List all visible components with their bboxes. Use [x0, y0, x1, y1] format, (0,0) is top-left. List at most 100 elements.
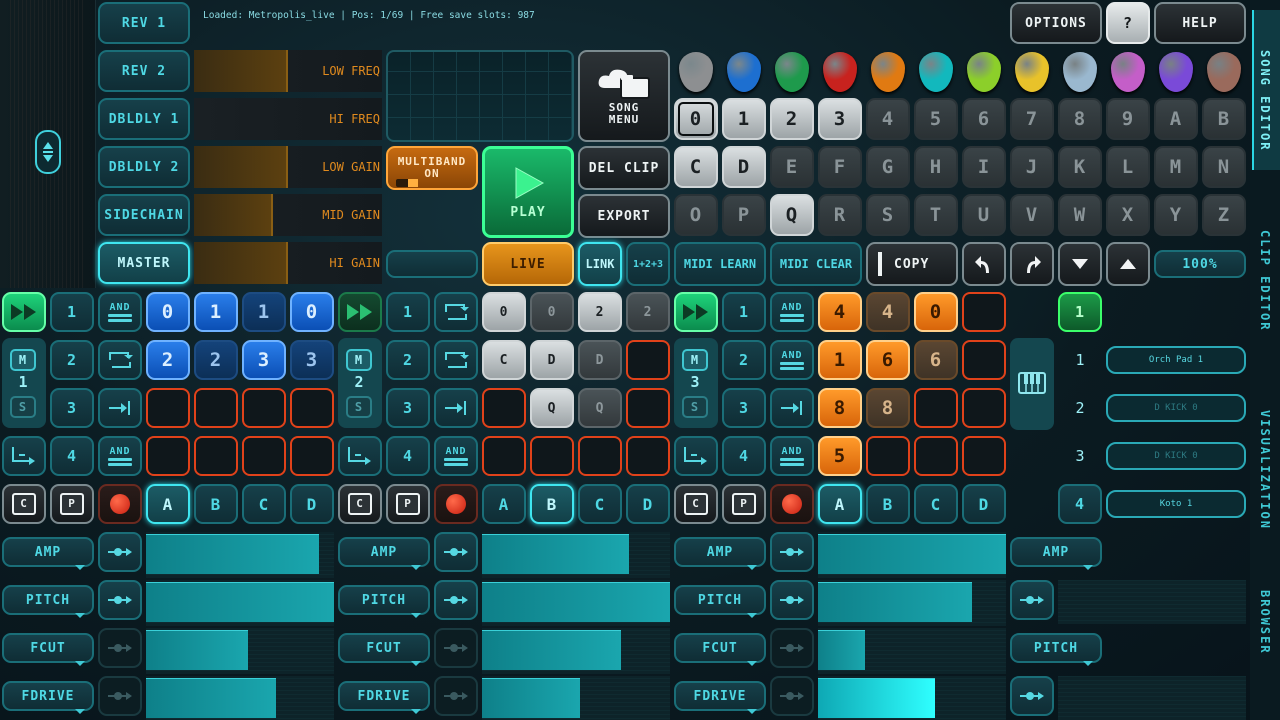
track-4-param-slider-0[interactable]: [1058, 580, 1246, 624]
track-1-mode-1[interactable]: AND: [98, 292, 142, 332]
track-3-pad-3-1[interactable]: [866, 436, 910, 476]
note-cell-T[interactable]: T: [914, 194, 958, 236]
track-1-mode-3[interactable]: [98, 388, 142, 428]
track-1-seq-2[interactable]: 2: [50, 340, 94, 380]
track-1-link-1[interactable]: [98, 580, 142, 620]
note-cell-U[interactable]: U: [962, 194, 1006, 236]
track-2-mode-3[interactable]: [434, 388, 478, 428]
track-1-pad-0-2[interactable]: 1: [242, 292, 286, 332]
track-1-clip-copy[interactable]: C: [2, 484, 46, 524]
color-pick-1[interactable]: [727, 52, 761, 92]
track-3-mode-2[interactable]: AND: [770, 340, 814, 380]
track-3-seq-4[interactable]: 4: [722, 436, 766, 476]
options-button[interactable]: OPTIONS: [1010, 2, 1102, 44]
track-3-pad-1-0[interactable]: 1: [818, 340, 862, 380]
track-3-param-amp[interactable]: AMP: [674, 537, 766, 567]
track-1-link-0[interactable]: [98, 532, 142, 572]
color-pick-11[interactable]: [1207, 52, 1241, 92]
note-cell-D[interactable]: D: [722, 146, 766, 188]
track-1-clip-paste[interactable]: P: [50, 484, 94, 524]
track-2-route-button[interactable]: [338, 436, 382, 476]
fx-button-3[interactable]: DBLDLY 2: [98, 146, 190, 188]
track-1-mode-2[interactable]: [98, 340, 142, 380]
track-3-mute-button[interactable]: M: [682, 349, 708, 371]
note-cell-J[interactable]: J: [1010, 146, 1054, 188]
track-4-slot-2[interactable]: D KICK 0: [1106, 442, 1246, 470]
track-3-pattern-C[interactable]: C: [914, 484, 958, 524]
question-button[interactable]: ?: [1106, 2, 1150, 44]
track-1-pattern-A[interactable]: A: [146, 484, 190, 524]
note-cell-N[interactable]: N: [1202, 146, 1246, 188]
color-pick-7[interactable]: [1015, 52, 1049, 92]
note-cell-V[interactable]: V: [1010, 194, 1054, 236]
note-cell-8[interactable]: 8: [1058, 98, 1102, 140]
track-2-solo-button[interactable]: S: [346, 396, 372, 418]
track-1-pad-1-3[interactable]: 3: [290, 340, 334, 380]
note-cell-M[interactable]: M: [1154, 146, 1198, 188]
note-cell-1[interactable]: 1: [722, 98, 766, 140]
track-2-pad-1-3[interactable]: [626, 340, 670, 380]
track-2-pattern-C[interactable]: C: [578, 484, 622, 524]
track-3-pad-0-3[interactable]: [962, 292, 1006, 332]
track-2-mute-button[interactable]: M: [346, 349, 372, 371]
track-3-link-0[interactable]: [770, 532, 814, 572]
track-3-mode-1[interactable]: AND: [770, 292, 814, 332]
note-cell-K[interactable]: K: [1058, 146, 1102, 188]
track-2-pad-1-1[interactable]: D: [530, 340, 574, 380]
track-1-pattern-B[interactable]: B: [194, 484, 238, 524]
note-cell-F[interactable]: F: [818, 146, 862, 188]
track-1-pad-2-3[interactable]: [290, 388, 334, 428]
note-cell-C[interactable]: C: [674, 146, 718, 188]
midi-clear-button[interactable]: MIDI CLEAR: [770, 242, 862, 286]
fx-button-2[interactable]: DBLDLY 1: [98, 98, 190, 140]
track-1-pad-2-1[interactable]: [194, 388, 238, 428]
track-3-pad-3-3[interactable]: [962, 436, 1006, 476]
track-2-pad-0-1[interactable]: 0: [530, 292, 574, 332]
track-2-param-pitch[interactable]: PITCH: [338, 585, 430, 615]
track-3-clip-copy[interactable]: C: [674, 484, 718, 524]
fx-button-1[interactable]: REV 2: [98, 50, 190, 92]
track-4-instrument[interactable]: [1010, 338, 1054, 430]
track-2-param-fcut[interactable]: FCUT: [338, 633, 430, 663]
track-4-link-1[interactable]: [1010, 676, 1054, 716]
track-1-pattern-D[interactable]: D: [290, 484, 334, 524]
track-3-pad-1-3[interactable]: [962, 340, 1006, 380]
track-2-link-3[interactable]: [434, 676, 478, 716]
track-2-pattern-A[interactable]: A: [482, 484, 526, 524]
track-3-pad-1-2[interactable]: 6: [914, 340, 958, 380]
track-2-param-amp[interactable]: AMP: [338, 537, 430, 567]
track-1-param-fcut[interactable]: FCUT: [2, 633, 94, 663]
track-2-seq-2[interactable]: 2: [386, 340, 430, 380]
note-cell-0[interactable]: 0: [674, 98, 718, 140]
note-cell-X[interactable]: X: [1106, 194, 1150, 236]
track-1-pad-1-1[interactable]: 2: [194, 340, 238, 380]
track-1-pad-0-0[interactable]: 0: [146, 292, 190, 332]
note-cell-O[interactable]: O: [674, 194, 718, 236]
link-button[interactable]: LINK: [578, 242, 622, 286]
note-cell-A[interactable]: A: [1154, 98, 1198, 140]
track-1-pad-2-2[interactable]: [242, 388, 286, 428]
copy-button[interactable]: COPY: [866, 242, 958, 286]
track-2-param-fdrive[interactable]: FDRIVE: [338, 681, 430, 711]
color-pick-2[interactable]: [775, 52, 809, 92]
note-cell-B[interactable]: B: [1202, 98, 1246, 140]
track-1-link-2[interactable]: [98, 628, 142, 668]
track-2-clip-paste[interactable]: P: [386, 484, 430, 524]
track-2-link-0[interactable]: [434, 532, 478, 572]
track-3-link-3[interactable]: [770, 676, 814, 716]
track-3-link-2[interactable]: [770, 628, 814, 668]
track-2-pad-2-2[interactable]: Q: [578, 388, 622, 428]
track-3-seq-1[interactable]: 1: [722, 292, 766, 332]
note-cell-9[interactable]: 9: [1106, 98, 1150, 140]
track-2-mode-4[interactable]: AND: [434, 436, 478, 476]
note-cell-6[interactable]: 6: [962, 98, 1006, 140]
track-2-pattern-D[interactable]: D: [626, 484, 670, 524]
fx-button-5[interactable]: MASTER: [98, 242, 190, 284]
track-1-param-pitch[interactable]: PITCH: [2, 585, 94, 615]
track-3-pattern-D[interactable]: D: [962, 484, 1006, 524]
track-1-record-button[interactable]: [98, 484, 142, 524]
track-2-record-button[interactable]: [434, 484, 478, 524]
track-2-pad-3-0[interactable]: [482, 436, 526, 476]
scroll-down-button[interactable]: [1058, 242, 1102, 286]
track-3-pad-2-1[interactable]: 8: [866, 388, 910, 428]
